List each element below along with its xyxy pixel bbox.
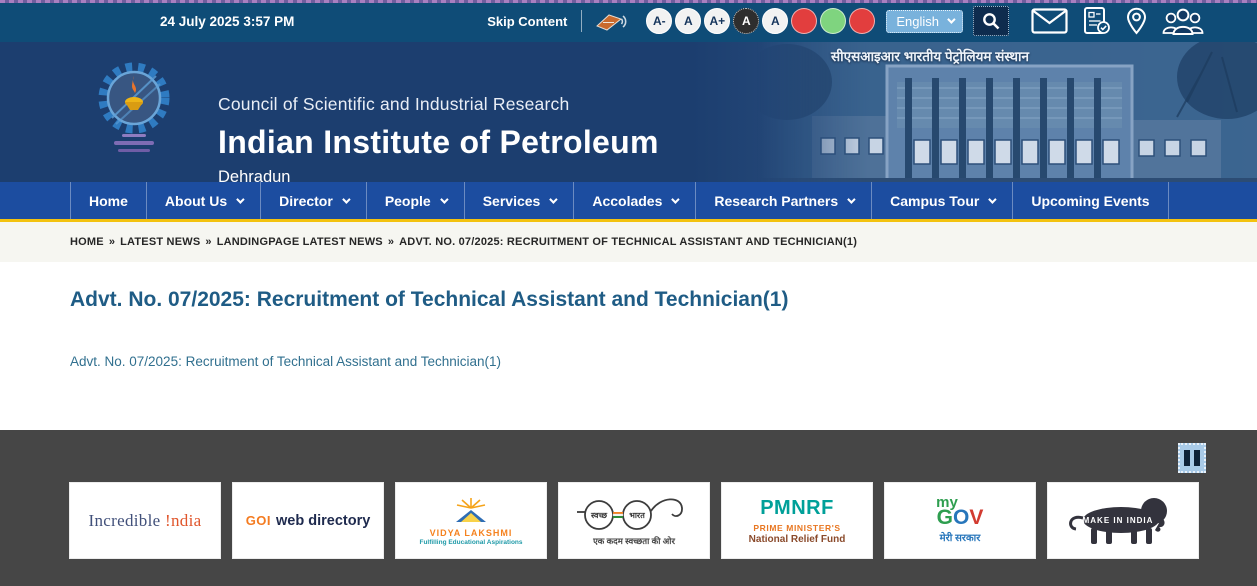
- nav-item-director[interactable]: Director: [261, 182, 367, 219]
- chevron-down-icon: [988, 195, 996, 203]
- mail-icon[interactable]: [1031, 8, 1068, 34]
- nav-item-upcoming-events[interactable]: Upcoming Events: [1013, 182, 1168, 219]
- main-content: Advt. No. 07/2025: Recruitment of Techni…: [0, 262, 1257, 430]
- site-header: सीएसआइआर भारतीय पेट्रोलियम संस्थान Counc…: [0, 42, 1257, 182]
- chevron-down-icon: [847, 195, 855, 203]
- breadcrumb-home[interactable]: HOME: [70, 236, 104, 248]
- carousel-pause-button[interactable]: [1178, 443, 1206, 473]
- swachh-bharat-glasses: स्वच्छ भारत: [575, 494, 693, 534]
- contrast-light-button[interactable]: A: [762, 8, 788, 34]
- logo-make-in-india[interactable]: MAKE IN INDIA: [1047, 482, 1199, 559]
- feedback-form-icon[interactable]: [1082, 6, 1112, 36]
- main-navigation: Home About Us Director People Services A…: [0, 182, 1257, 222]
- chevron-down-icon: [549, 195, 557, 203]
- theme-green-button[interactable]: [820, 8, 846, 34]
- search-button[interactable]: [973, 6, 1009, 36]
- logo-swachh-bharat[interactable]: स्वच्छ भारत एक कदम स्वच्छता की ओर: [558, 482, 710, 559]
- logo-pmnrf[interactable]: PMNRF PRIME MINISTER'S National Relief F…: [721, 482, 873, 559]
- csir-logo: [92, 58, 176, 167]
- advertisement-link[interactable]: Advt. No. 07/2025: Recruitment of Techni…: [70, 354, 501, 369]
- chevron-down-icon: [440, 195, 448, 203]
- chevron-down-icon: [342, 195, 350, 203]
- organization-name: Council of Scientific and Industrial Res…: [218, 94, 659, 115]
- institute-location: Dehradun: [218, 168, 659, 182]
- svg-text:भारत: भारत: [629, 511, 645, 520]
- font-increase-button[interactable]: A+: [704, 8, 730, 34]
- breadcrumb-current-page: ADVT. NO. 07/2025: RECRUITMENT OF TECHNI…: [399, 236, 857, 248]
- svg-text:MAKE IN INDIA: MAKE IN INDIA: [1083, 516, 1154, 525]
- community-icon[interactable]: [1161, 7, 1205, 36]
- vidya-lakshmi-emblem: [448, 496, 494, 526]
- page-title: Advt. No. 07/2025: Recruitment of Techni…: [0, 262, 1257, 312]
- contrast-dark-button[interactable]: A: [733, 8, 759, 34]
- nav-item-accolades[interactable]: Accolades: [574, 182, 696, 219]
- logo-goi-web-directory[interactable]: GOIweb directory: [232, 482, 384, 559]
- language-select[interactable]: English: [886, 10, 963, 33]
- breadcrumb-latest-news[interactable]: LATEST NEWS: [120, 236, 200, 248]
- logo-incredible-india[interactable]: Incredible !ndia: [69, 482, 221, 559]
- breadcrumb-landingpage-latest-news[interactable]: LANDINGPAGE LATEST NEWS: [217, 236, 383, 248]
- skip-content-link[interactable]: Skip Content: [487, 14, 567, 29]
- logo-vidya-lakshmi[interactable]: VIDYA LAKSHMI Fulfilling Educational Asp…: [395, 482, 547, 559]
- footer-logo-carousel: Incredible !ndia GOIweb directory VIDYA …: [0, 430, 1257, 586]
- breadcrumb: HOME » LATEST NEWS » LANDINGPAGE LATEST …: [0, 222, 1257, 262]
- chevron-down-icon: [947, 15, 955, 23]
- theme-red2-button[interactable]: [849, 8, 875, 34]
- nav-item-research-partners[interactable]: Research Partners: [696, 182, 872, 219]
- make-in-india-lion: MAKE IN INDIA: [1061, 494, 1185, 548]
- divider: [581, 10, 582, 32]
- screen-reader-icon[interactable]: [594, 9, 630, 33]
- chevron-down-icon: [672, 195, 680, 203]
- logo-mygov[interactable]: my GOV मेरी सरकार: [884, 482, 1036, 559]
- search-icon: [981, 11, 1001, 31]
- chevron-down-icon: [236, 195, 244, 203]
- font-normal-button[interactable]: A: [675, 8, 701, 34]
- location-icon[interactable]: [1126, 7, 1147, 35]
- svg-text:स्वच्छ: स्वच्छ: [590, 511, 608, 520]
- institute-name: Indian Institute of Petroleum: [218, 124, 659, 161]
- nav-item-campus-tour[interactable]: Campus Tour: [872, 182, 1013, 219]
- nav-item-people[interactable]: People: [367, 182, 465, 219]
- building-caption: सीएसआइआर भारतीय पेट्रोलियम संस्थान: [755, 47, 1105, 65]
- datetime-display: 24 July 2025 3:57 PM: [160, 14, 294, 29]
- language-selected-label: English: [896, 14, 939, 29]
- theme-red-button[interactable]: [791, 8, 817, 34]
- pause-icon: [1184, 450, 1190, 466]
- font-decrease-button[interactable]: A-: [646, 8, 672, 34]
- nav-item-about-us[interactable]: About Us: [147, 182, 261, 219]
- pause-icon: [1194, 450, 1200, 466]
- nav-item-services[interactable]: Services: [465, 182, 575, 219]
- top-utility-bar: 24 July 2025 3:57 PM Skip Content A- A A…: [0, 0, 1257, 42]
- nav-item-home[interactable]: Home: [70, 182, 147, 219]
